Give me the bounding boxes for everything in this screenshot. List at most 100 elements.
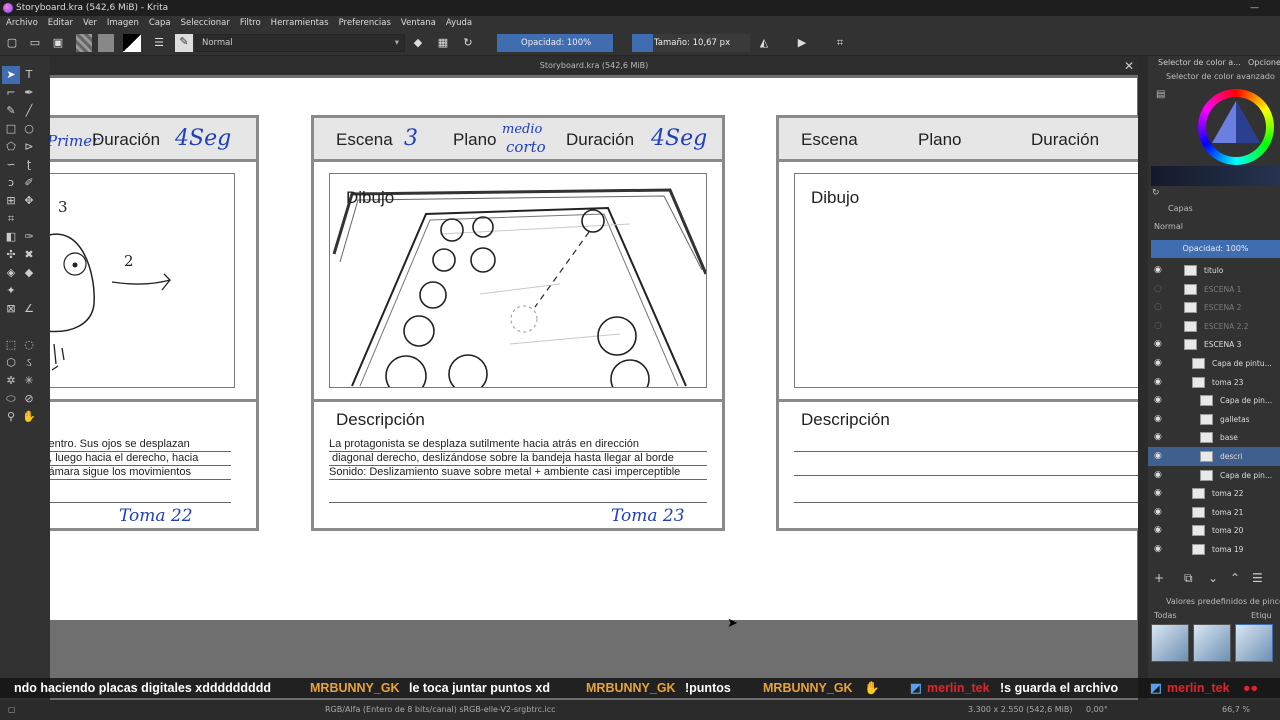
pattern-swatch[interactable] <box>98 34 114 52</box>
layer-visibility-icon[interactable]: ◉ <box>1154 447 1162 466</box>
color-history-strip[interactable] <box>1151 166 1280 186</box>
freehand-select-icon[interactable]: ઽ <box>20 354 38 372</box>
layer-row[interactable]: ○ ESCENA 1 <box>1148 280 1280 299</box>
status-zoom[interactable]: 66,7 % <box>1222 700 1250 720</box>
brush-preset-2[interactable] <box>1193 624 1231 662</box>
rectangle-tool-icon[interactable]: □ <box>2 120 20 138</box>
add-layer-icon[interactable]: + <box>1154 571 1164 585</box>
layer-visibility-icon[interactable]: ◉ <box>1154 354 1162 373</box>
menu-capa[interactable]: Capa <box>149 16 171 30</box>
similar-select-icon[interactable]: ✳ <box>20 372 38 390</box>
close-document-icon[interactable]: ✕ <box>1124 57 1134 75</box>
measure-tool-icon[interactable]: ⊠ <box>2 300 20 318</box>
move-down-icon[interactable]: ⌄ <box>1208 571 1218 585</box>
layer-visibility-icon[interactable]: ◉ <box>1154 335 1162 354</box>
layer-visibility-icon[interactable]: ○ <box>1154 280 1162 299</box>
text-tool-icon[interactable]: T <box>20 66 38 84</box>
layer-visibility-icon[interactable]: ◉ <box>1154 373 1162 392</box>
options-tab[interactable]: Opcione <box>1248 58 1280 67</box>
layer-visibility-icon[interactable]: ◉ <box>1154 540 1162 559</box>
fg-bg-color-icon[interactable] <box>123 34 141 52</box>
eraser-mode-icon[interactable]: ◆ <box>410 35 426 51</box>
fill-tool-icon[interactable]: ◈ <box>2 264 20 282</box>
crop-icon[interactable]: ⌗ <box>832 35 848 51</box>
color-selector-tab[interactable]: Selector de color a... <box>1158 58 1241 67</box>
layer-row[interactable]: ◉ titulo <box>1148 261 1280 280</box>
pan-tool-icon[interactable]: ✋ <box>20 408 38 426</box>
layer-menu-icon[interactable]: ☰ <box>1252 571 1263 585</box>
ellipse-tool-icon[interactable]: ○ <box>20 120 38 138</box>
layer-visibility-icon[interactable]: ○ <box>1154 298 1162 317</box>
duplicate-layer-icon[interactable]: ⧉ <box>1184 571 1193 586</box>
crop-tool-icon[interactable]: ⌗ <box>2 210 20 228</box>
layer-row[interactable]: ◉ descri <box>1148 447 1280 466</box>
mirror-vertical-icon[interactable]: ▶ <box>794 35 810 51</box>
bezier-tool-icon[interactable]: ∽ <box>2 156 20 174</box>
zoom-tool-icon[interactable]: ⚲ <box>2 408 20 426</box>
brush-filter-select[interactable]: Todas <box>1154 611 1177 620</box>
menu-preferencias[interactable]: Preferencias <box>339 16 391 30</box>
move-tool-icon[interactable]: ✥ <box>20 192 38 210</box>
polyline-tool-icon[interactable]: ⊳ <box>20 138 38 156</box>
blend-mode-select[interactable]: Normal ▾ <box>195 34 405 52</box>
layers-opacity-slider[interactable]: Opacidad: 100% <box>1151 240 1280 258</box>
layer-row[interactable]: ◉ Capa de pintu... <box>1148 354 1280 373</box>
color-wheel[interactable] <box>1198 89 1274 165</box>
move-up-icon[interactable]: ⌃ <box>1230 571 1240 585</box>
colorize-mask-icon[interactable]: ✣ <box>2 246 20 264</box>
assistant-tool-icon[interactable]: ✦ <box>2 282 20 300</box>
menu-ayuda[interactable]: Ayuda <box>446 16 472 30</box>
layer-row[interactable]: ◉ toma 23 <box>1148 373 1280 392</box>
transform-tool-icon[interactable]: ⊞ <box>2 192 20 210</box>
canvas-area[interactable]: Primer Duración 4Seg 3 2 centro. Sus ojo… <box>50 75 1138 700</box>
layer-row[interactable]: ◉ Capa de pin... <box>1148 391 1280 410</box>
line-tool-icon[interactable]: ╱ <box>20 102 38 120</box>
layer-visibility-icon[interactable]: ◉ <box>1154 391 1162 410</box>
freehand-path-icon[interactable]: ɔ <box>2 174 20 192</box>
select-tool-icon[interactable]: ➤ <box>2 66 20 84</box>
brush-preset-icon[interactable]: ✎ <box>175 34 193 52</box>
layer-visibility-icon[interactable]: ◉ <box>1154 484 1162 503</box>
brush-settings-icon[interactable]: ☰ <box>151 35 167 51</box>
menu-ver[interactable]: Ver <box>83 16 97 30</box>
layer-row[interactable]: ○ ESCENA 2.2 <box>1148 317 1280 336</box>
layer-visibility-icon[interactable]: ◉ <box>1154 503 1162 522</box>
menu-herramientas[interactable]: Herramientas <box>271 16 329 30</box>
layer-row[interactable]: ◉ galletas <box>1148 410 1280 429</box>
status-rotation[interactable]: 0,00° <box>1086 700 1108 720</box>
dynamic-brush-icon[interactable]: ✐ <box>20 174 38 192</box>
alpha-lock-icon[interactable]: ▦ <box>435 35 451 51</box>
gradient-tool-icon[interactable]: ◧ <box>2 228 20 246</box>
path-tool-icon[interactable]: ʈ <box>20 156 38 174</box>
magnetic-select-icon[interactable]: ⊘ <box>20 390 38 408</box>
mirror-horizontal-icon[interactable]: ◭ <box>756 35 772 51</box>
minimize-icon[interactable]: — <box>1250 0 1259 16</box>
reload-preset-icon[interactable]: ↻ <box>460 35 476 51</box>
enclose-fill-icon[interactable]: ◆ <box>20 264 38 282</box>
layer-visibility-icon[interactable]: ◉ <box>1154 466 1162 485</box>
layer-row[interactable]: ◉ ESCENA 3 <box>1148 335 1280 354</box>
layer-visibility-icon[interactable]: ◉ <box>1154 261 1162 280</box>
reference-tool-icon[interactable]: ∠ <box>20 300 38 318</box>
color-selector-settings-icon[interactable]: ▤ <box>1156 89 1165 100</box>
layer-row[interactable]: ◉ toma 20 <box>1148 521 1280 540</box>
layer-row[interactable]: ◉ base <box>1148 428 1280 447</box>
bezier-select-icon[interactable]: ⬭ <box>2 390 20 408</box>
layer-row[interactable]: ◉ Capa de pin... <box>1148 466 1280 485</box>
brush-tool-icon[interactable]: ✎ <box>2 102 20 120</box>
gradient-swatch[interactable] <box>76 34 92 52</box>
menu-ventana[interactable]: Ventana <box>401 16 436 30</box>
polygon-select-icon[interactable]: ⬡ <box>2 354 20 372</box>
brush-preset-1[interactable] <box>1151 624 1189 662</box>
layer-row[interactable]: ○ ESCENA 2 <box>1148 298 1280 317</box>
layer-visibility-icon[interactable]: ◉ <box>1154 410 1162 429</box>
contiguous-select-icon[interactable]: ✲ <box>2 372 20 390</box>
layer-row[interactable]: ◉ toma 22 <box>1148 484 1280 503</box>
layers-blend-mode[interactable]: Normal <box>1154 222 1183 231</box>
refresh-icon[interactable]: ↻ <box>1152 188 1160 198</box>
layer-visibility-icon[interactable]: ○ <box>1154 317 1162 336</box>
layer-visibility-icon[interactable]: ◉ <box>1154 428 1162 447</box>
save-icon[interactable]: ▣ <box>50 35 66 51</box>
open-document-icon[interactable]: ▭ <box>27 35 43 51</box>
brush-tag-select[interactable]: Etiqu <box>1251 611 1272 620</box>
